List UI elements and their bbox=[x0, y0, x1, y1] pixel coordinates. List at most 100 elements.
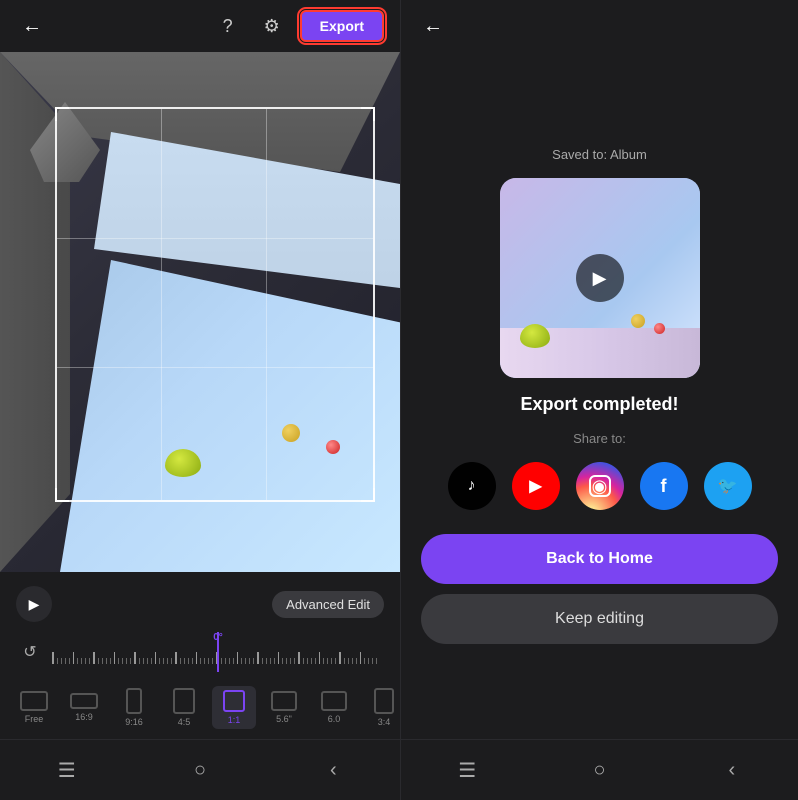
aspect-ratio-label: 4:5 bbox=[178, 717, 191, 727]
ruler-tick bbox=[290, 658, 291, 664]
ruler-tick bbox=[134, 652, 136, 664]
ruler-tick bbox=[286, 658, 287, 664]
ruler-tick bbox=[188, 658, 189, 664]
nav-menu-right[interactable]: ☰ bbox=[447, 750, 487, 790]
aspect-ratio-box bbox=[223, 690, 245, 712]
crop-grid-h2 bbox=[57, 367, 373, 368]
nav-home-right[interactable]: ○ bbox=[579, 750, 619, 790]
share-facebook-button[interactable]: f bbox=[640, 462, 688, 510]
right-back-button[interactable]: ← bbox=[417, 10, 449, 42]
nav-back-left[interactable]: ‹ bbox=[313, 750, 353, 790]
tiktok-icon: ♪ bbox=[468, 477, 476, 495]
bottom-nav-right: ☰ ○ ‹ bbox=[401, 739, 798, 800]
ruler-tick bbox=[319, 652, 321, 664]
aspect-ratio-item[interactable]: 6.0 bbox=[312, 687, 356, 728]
settings-icon[interactable]: ⚙ bbox=[256, 10, 288, 42]
thumb-ball-yellow bbox=[631, 314, 645, 328]
crop-grid-h1 bbox=[57, 238, 373, 239]
ruler-tick bbox=[110, 658, 111, 664]
aspect-ratio-item[interactable]: 9:16 bbox=[112, 684, 156, 731]
timeline-row: ↺ 0° bbox=[0, 628, 400, 676]
twitter-icon: 🐦 bbox=[718, 476, 738, 496]
share-tiktok-button[interactable]: ♪ bbox=[448, 462, 496, 510]
ruler-tick bbox=[315, 658, 316, 664]
ruler-tick bbox=[77, 658, 78, 664]
nav-back-right[interactable]: ‹ bbox=[712, 750, 752, 790]
aspect-ratio-box bbox=[374, 688, 394, 714]
right-top-bar: ← bbox=[401, 0, 798, 52]
aspect-ratio-item[interactable]: 1:1 bbox=[212, 686, 256, 729]
aspect-ratio-row: Free 16:9 9:16 4:5 1:15.6"6.0 3:4 bbox=[0, 676, 400, 739]
top-bar: ← ? ⚙ Export bbox=[0, 0, 400, 52]
back-to-home-button[interactable]: Back to Home bbox=[421, 534, 778, 584]
advanced-edit-button[interactable]: Advanced Edit bbox=[272, 591, 384, 618]
aspect-ratio-item[interactable]: 4:5 bbox=[162, 684, 206, 731]
ruler-tick bbox=[307, 658, 308, 664]
video-preview bbox=[0, 52, 400, 572]
ruler-tick bbox=[372, 658, 373, 664]
aspect-ratio-box bbox=[271, 691, 297, 711]
ruler-tick bbox=[61, 658, 62, 664]
help-icon[interactable]: ? bbox=[212, 10, 244, 42]
aspect-ratio-label: Free bbox=[25, 714, 44, 724]
aspect-ratio-box bbox=[321, 691, 347, 711]
aspect-ratio-item[interactable]: 16:9 bbox=[62, 689, 106, 726]
export-completed-label: Export completed! bbox=[520, 394, 678, 415]
aspect-ratio-box bbox=[20, 691, 48, 711]
ruler-tick bbox=[196, 652, 198, 664]
aspect-ratio-item[interactable]: 3:4 bbox=[362, 684, 400, 731]
ruler-tick bbox=[257, 652, 259, 664]
saved-label: Saved to: Album bbox=[552, 147, 647, 162]
back-button[interactable]: ← bbox=[16, 10, 48, 42]
ruler-tick bbox=[339, 652, 341, 664]
nav-home-left[interactable]: ○ bbox=[180, 750, 220, 790]
ruler-tick bbox=[237, 652, 239, 664]
ruler-tick bbox=[331, 658, 332, 664]
video-thumbnail[interactable]: ▶ bbox=[500, 178, 700, 378]
ruler-tick bbox=[368, 658, 369, 664]
reset-button[interactable]: ↺ bbox=[16, 638, 44, 666]
action-buttons: Back to Home Keep editing bbox=[421, 534, 778, 644]
ruler-tick bbox=[155, 652, 157, 664]
aspect-ratio-label: 16:9 bbox=[75, 712, 93, 722]
share-instagram-button[interactable]: ◉ bbox=[576, 462, 624, 510]
ruler-tick bbox=[348, 658, 349, 664]
ruler-tick bbox=[327, 658, 328, 664]
ruler-tick bbox=[323, 658, 324, 664]
export-button[interactable]: Export bbox=[300, 10, 384, 42]
ruler-tick bbox=[143, 658, 144, 664]
ruler-tick bbox=[249, 658, 250, 664]
ruler-tick bbox=[274, 658, 275, 664]
share-twitter-button[interactable]: 🐦 bbox=[704, 462, 752, 510]
aspect-ratio-label: 3:4 bbox=[378, 717, 391, 727]
ruler-tick bbox=[335, 658, 336, 664]
thumb-ball-green bbox=[520, 324, 550, 348]
crop-corner-bl bbox=[55, 488, 69, 502]
keep-editing-button[interactable]: Keep editing bbox=[421, 594, 778, 644]
crop-corner-tr bbox=[361, 107, 375, 121]
export-content: Saved to: Album ▶ Export completed! Shar… bbox=[401, 52, 798, 739]
play-button[interactable]: ▶ bbox=[16, 586, 52, 622]
crop-grid-v2 bbox=[266, 109, 267, 500]
ruler-tick bbox=[126, 658, 127, 664]
ruler-tick bbox=[360, 652, 362, 664]
nav-menu-left[interactable]: ☰ bbox=[47, 750, 87, 790]
ruler-ticks bbox=[52, 646, 380, 664]
top-bar-right: ? ⚙ Export bbox=[212, 10, 384, 42]
ruler-tick bbox=[376, 658, 377, 664]
ruler-tick bbox=[98, 658, 99, 664]
timeline-area[interactable]: 0° bbox=[52, 632, 384, 672]
aspect-ratio-item[interactable]: Free bbox=[12, 687, 56, 728]
share-youtube-button[interactable]: ▶ bbox=[512, 462, 560, 510]
crop-overlay[interactable] bbox=[55, 107, 375, 502]
ruler-tick bbox=[303, 658, 304, 664]
thumb-play-button[interactable]: ▶ bbox=[576, 254, 624, 302]
ruler-tick bbox=[69, 658, 70, 664]
aspect-ratio-label: 9:16 bbox=[125, 717, 143, 727]
ruler-tick bbox=[278, 652, 280, 664]
ruler-tick bbox=[253, 658, 254, 664]
aspect-ratio-item[interactable]: 5.6" bbox=[262, 687, 306, 728]
ruler-tick bbox=[102, 658, 103, 664]
ruler-tick bbox=[118, 658, 119, 664]
aspect-ratio-box bbox=[173, 688, 195, 714]
